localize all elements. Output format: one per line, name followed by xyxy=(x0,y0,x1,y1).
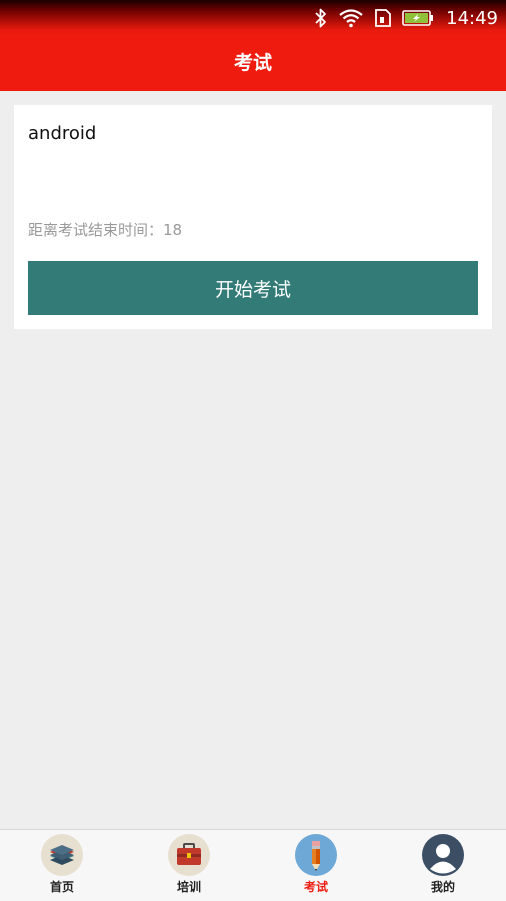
sim-icon xyxy=(375,9,392,27)
nav-item-exam[interactable]: 考试 xyxy=(276,834,356,898)
countdown-value: 18 xyxy=(163,221,183,239)
page-title: 考试 xyxy=(233,52,272,74)
status-time: 14:49 xyxy=(446,7,498,29)
nav-item-training[interactable]: 培训 xyxy=(149,834,229,898)
status-icons: 14:49 xyxy=(314,7,498,29)
countdown-text: 距离考试结束时间：18 xyxy=(28,219,182,240)
start-exam-button[interactable]: 开始考试 xyxy=(28,261,478,315)
layers-icon xyxy=(41,834,83,876)
user-icon xyxy=(422,834,464,876)
bottom-nav: 首页 培训 考试 我的 xyxy=(0,829,506,901)
nav-label-mine: 我的 xyxy=(430,880,455,894)
pencil-icon xyxy=(295,834,337,876)
nav-label-training: 培训 xyxy=(176,880,201,894)
nav-label-home: 首页 xyxy=(49,880,74,894)
battery-charging-icon xyxy=(402,10,434,26)
wifi-icon xyxy=(339,9,363,28)
bluetooth-icon xyxy=(315,8,327,28)
exam-name: android xyxy=(28,123,97,144)
nav-label-exam: 考试 xyxy=(303,880,328,894)
exam-card: android 距离考试结束时间：18 开始考试 xyxy=(14,105,492,329)
briefcase-icon xyxy=(168,834,210,876)
status-bar: 14:49 xyxy=(0,0,506,36)
countdown-label: 距离考试结束时间： xyxy=(28,221,164,239)
nav-item-home[interactable]: 首页 xyxy=(22,834,102,898)
app-bar: 考试 xyxy=(0,36,506,91)
nav-item-mine[interactable]: 我的 xyxy=(403,834,483,898)
